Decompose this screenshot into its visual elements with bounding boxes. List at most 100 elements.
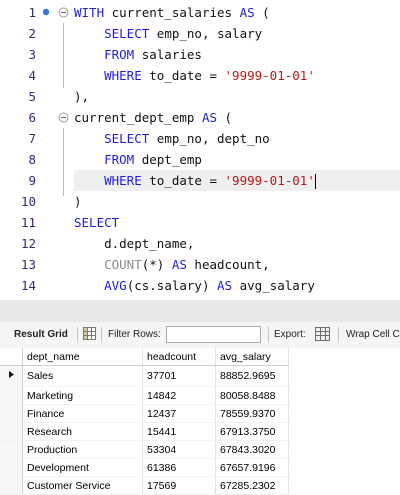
code-text[interactable]: AVG(cs.salary) AS avg_salary — [74, 275, 315, 296]
cell-dept-name[interactable]: Finance — [22, 404, 143, 423]
line-number: 11 — [20, 215, 36, 230]
code-line[interactable]: 8 FROM dept_emp — [0, 149, 400, 170]
code-text[interactable]: SELECT — [74, 212, 119, 233]
table-row[interactable]: Development 61386 67657.9196 — [0, 458, 289, 477]
cell-dept-name[interactable]: Production — [22, 440, 143, 459]
result-grid: dept_name headcount avg_salary Sales 3770… — [0, 348, 400, 495]
code-line[interactable]: 6 current_dept_emp AS ( — [0, 107, 400, 128]
line-number: 5 — [28, 89, 36, 104]
row-selector[interactable] — [0, 440, 23, 459]
code-text[interactable]: WHERE to_date = '9999-01-01' — [74, 65, 315, 86]
code-line[interactable]: 14 AVG(cs.salary) AS avg_salary — [0, 275, 400, 296]
column-header-dept-name[interactable]: dept_name — [22, 348, 143, 366]
current-row-arrow-icon — [9, 371, 14, 378]
cell-avg-salary[interactable]: 78559.9370 — [215, 404, 289, 423]
code-text[interactable]: current_dept_emp AS ( — [74, 107, 232, 128]
fold-guide — [63, 128, 64, 196]
cell-dept-name[interactable]: Sales — [22, 365, 143, 387]
cell-headcount[interactable]: 15441 — [142, 422, 216, 441]
export-icon[interactable] — [315, 327, 330, 341]
code-line[interactable]: 12 d.dept_name, — [0, 233, 400, 254]
table-row[interactable]: Production 53304 67843.3020 — [0, 440, 289, 459]
table-row[interactable]: Finance 12437 78559.9370 — [0, 404, 289, 423]
code-text[interactable]: SELECT emp_no, salary — [74, 23, 262, 44]
cell-avg-salary[interactable]: 67843.3020 — [215, 440, 289, 459]
toolbar-divider — [101, 327, 102, 343]
code-line[interactable]: 2 SELECT emp_no, salary — [0, 23, 400, 44]
code-token: to_date = — [149, 173, 225, 188]
code-token: d.dept_name, — [74, 236, 195, 251]
grid-view-icon[interactable] — [83, 327, 96, 340]
code-token: '9999-01-01' — [224, 68, 315, 83]
cell-headcount[interactable]: 12437 — [142, 404, 216, 423]
code-text[interactable]: WHERE to_date = '9999-01-01' — [74, 170, 316, 191]
code-text[interactable]: COUNT(*) AS headcount, — [74, 254, 270, 275]
code-token: AS — [201, 110, 217, 125]
code-token: AS — [171, 257, 187, 272]
code-token: AS — [239, 5, 255, 20]
wrap-cell-content-label[interactable]: Wrap Cell C — [346, 329, 400, 340]
cell-headcount[interactable]: 53304 — [142, 440, 216, 459]
fold-toggle-icon[interactable] — [58, 7, 69, 18]
code-line[interactable]: 1 WITH current_salaries AS ( — [0, 2, 400, 23]
column-header-headcount[interactable]: headcount — [142, 348, 216, 366]
cell-dept-name[interactable]: Research — [22, 422, 143, 441]
code-text[interactable]: d.dept_name, — [74, 233, 194, 254]
code-text[interactable]: ), — [74, 86, 89, 107]
sql-editor[interactable]: 1 WITH current_salaries AS (2 SELECT emp_… — [0, 0, 400, 300]
filter-rows-label: Filter Rows: — [108, 329, 161, 340]
cell-avg-salary[interactable]: 67657.9196 — [215, 458, 289, 477]
code-line[interactable]: 5), — [0, 86, 400, 107]
code-token: current_salaries — [111, 5, 240, 20]
row-selector-header[interactable] — [0, 348, 23, 366]
editor-results-splitter[interactable] — [0, 300, 400, 322]
table-row[interactable]: Sales 37701 88852.9695 — [0, 365, 289, 387]
cell-headcount[interactable]: 61386 — [142, 458, 216, 477]
code-token: headcount, — [186, 257, 270, 272]
table-row[interactable]: Marketing 14842 80058.8488 — [0, 386, 289, 405]
cell-headcount[interactable]: 14842 — [142, 386, 216, 405]
row-selector[interactable] — [0, 458, 23, 477]
code-text[interactable]: FROM salaries — [74, 44, 202, 65]
row-selector[interactable] — [0, 386, 23, 405]
table-row[interactable]: Research 15441 67913.3750 — [0, 422, 289, 441]
row-selector[interactable] — [0, 404, 23, 423]
cell-dept-name[interactable]: Marketing — [22, 386, 143, 405]
code-line[interactable]: 13 COUNT(*) AS headcount, — [0, 254, 400, 275]
code-line[interactable]: 9 WHERE to_date = '9999-01-01' — [28, 170, 400, 191]
code-line[interactable]: 11 SELECT — [0, 212, 400, 233]
code-text[interactable]: WITH current_salaries AS ( — [74, 2, 270, 23]
code-line[interactable]: 4 WHERE to_date = '9999-01-01' — [0, 65, 400, 86]
filter-rows-input[interactable] — [166, 326, 261, 343]
code-token: WITH — [74, 5, 112, 20]
result-grid-tab[interactable]: Result Grid — [14, 329, 68, 340]
cell-headcount[interactable]: 37701 — [142, 365, 216, 387]
code-line[interactable]: 7 SELECT emp_no, dept_no — [0, 128, 400, 149]
cell-avg-salary[interactable]: 80058.8488 — [215, 386, 289, 405]
code-text[interactable]: FROM dept_emp — [74, 149, 202, 170]
code-token: WHERE — [74, 68, 150, 83]
code-text[interactable]: SELECT emp_no, dept_no — [74, 128, 270, 149]
cell-avg-salary[interactable]: 88852.9695 — [215, 365, 289, 387]
code-token: ( — [217, 110, 233, 125]
toolbar-divider — [338, 327, 339, 343]
line-number: 8 — [28, 152, 36, 167]
cell-dept-name[interactable]: Development — [22, 458, 143, 477]
code-token: emp_no, salary — [156, 26, 263, 41]
code-token: WHERE — [74, 173, 150, 188]
row-selector[interactable] — [0, 365, 23, 387]
column-header-avg-salary[interactable]: avg_salary — [215, 348, 289, 366]
fold-toggle-icon[interactable] — [58, 112, 69, 123]
row-selector[interactable] — [0, 422, 23, 441]
code-token: dept_emp — [141, 152, 202, 167]
table-header-row: dept_name headcount avg_salary — [0, 348, 289, 366]
code-line[interactable]: 10) — [0, 191, 400, 212]
statement-marker-icon[interactable] — [41, 7, 51, 17]
line-number: 12 — [20, 236, 36, 251]
line-number: 14 — [20, 278, 36, 293]
cell-avg-salary[interactable]: 67913.3750 — [215, 422, 289, 441]
code-line[interactable]: 3 FROM salaries — [0, 44, 400, 65]
code-text[interactable]: ) — [74, 191, 82, 212]
code-token: '9999-01-01' — [224, 173, 315, 188]
line-number: 3 — [28, 47, 36, 62]
